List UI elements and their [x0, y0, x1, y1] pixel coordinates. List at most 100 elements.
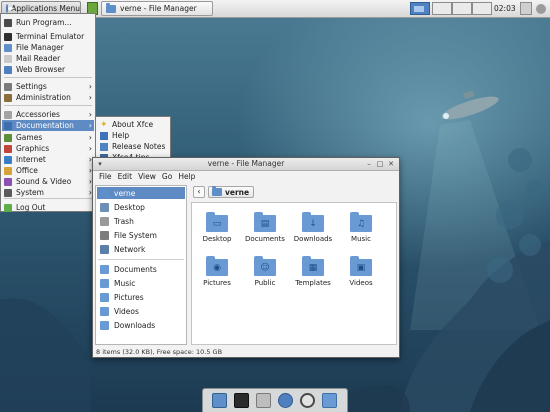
menu-item-label: Documentation	[16, 121, 74, 130]
sidebar-item-trash[interactable]: Trash	[97, 215, 185, 227]
maximize-icon[interactable]: □	[376, 160, 384, 168]
location-button-home[interactable]: verne	[208, 186, 255, 198]
menu-item-label: Settings	[16, 82, 47, 91]
menu-item-sound-and-video[interactable]: Sound & Video ›	[2, 176, 94, 187]
minimize-icon[interactable]: –	[365, 160, 373, 168]
chevron-right-icon: ›	[88, 110, 92, 119]
sidebar-item-network[interactable]: Network	[97, 243, 185, 255]
sidebar-item-music[interactable]: Music	[97, 277, 185, 289]
sidebar-item-verne[interactable]: verne	[97, 187, 185, 199]
web-browser-icon	[4, 65, 12, 74]
chevron-right-icon: ›	[88, 121, 92, 130]
folder-item-music[interactable]: ♫ Music	[338, 206, 384, 250]
sidebar-item-pictures[interactable]: Pictures	[97, 291, 185, 303]
web-browser-icon[interactable]	[278, 393, 293, 408]
tray-status-icon[interactable]	[536, 4, 546, 14]
folder-item-desktop[interactable]: ▭ Desktop	[194, 206, 240, 250]
folder-icon: ↓	[302, 212, 324, 232]
search-icon[interactable]	[300, 393, 315, 408]
workspace-1-button[interactable]	[410, 2, 430, 15]
folder-label: Music	[351, 235, 371, 243]
sidebar-item-label: Trash	[114, 216, 134, 226]
back-button[interactable]: ‹	[193, 186, 205, 198]
menu-item-label: Web Browser	[16, 65, 66, 74]
workspace-2-button[interactable]	[432, 2, 452, 15]
menu-item-accessories[interactable]: Accessories ›	[2, 109, 94, 120]
menu-item-log-out[interactable]: Log Out	[2, 202, 94, 213]
sidebar-item-label: verne	[114, 188, 136, 198]
folder-item-downloads[interactable]: ↓ Downloads	[290, 206, 336, 250]
home-folder-icon	[100, 188, 109, 198]
folder-icon	[106, 2, 116, 13]
sidebar-item-videos[interactable]: Videos	[97, 305, 185, 317]
folder-label: Pictures	[203, 279, 231, 287]
folder-item-pictures[interactable]: ◉ Pictures	[194, 250, 240, 294]
menu-item-system[interactable]: System ›	[2, 187, 94, 198]
taskbar-file-manager-button[interactable]: verne - File Manager	[101, 1, 213, 16]
folder-item-documents[interactable]: ▤ Documents	[242, 206, 288, 250]
sidebar-item-documents[interactable]: Documents	[97, 263, 185, 275]
bottom-dock	[202, 388, 348, 412]
submenu-item-release-notes[interactable]: Release Notes	[97, 141, 169, 152]
file-manager-icon[interactable]	[256, 393, 271, 408]
sidebar-item-label: File System	[114, 230, 157, 240]
menu-item-office[interactable]: Office ›	[2, 165, 94, 176]
location-bar: ‹ verne	[193, 185, 397, 199]
show-desktop-icon[interactable]	[212, 393, 227, 408]
folder-icon[interactable]	[322, 393, 337, 408]
menu-item-file-manager[interactable]: File Manager	[2, 42, 94, 53]
folder-icon: ▦	[302, 256, 324, 276]
folder-item-templates[interactable]: ▦ Templates	[290, 250, 336, 294]
panel-clock[interactable]: 02:03	[494, 4, 516, 13]
menu-help[interactable]: Help	[178, 172, 195, 181]
menu-file[interactable]: File	[99, 172, 112, 181]
menu-go[interactable]: Go	[162, 172, 172, 181]
terminal-icon[interactable]	[234, 393, 249, 408]
taskbar-window-label: verne - File Manager	[120, 4, 197, 13]
folder-emblem-icon: ▭	[212, 219, 222, 229]
system-icon	[4, 188, 12, 197]
menu-item-mail-reader[interactable]: Mail Reader	[2, 53, 94, 64]
terminal-icon	[4, 32, 12, 41]
menu-item-label: Mail Reader	[16, 54, 61, 63]
folder-label: Documents	[245, 235, 285, 243]
menu-edit[interactable]: Edit	[118, 172, 133, 181]
folder-icon: ▭	[206, 212, 228, 232]
folder-item-public[interactable]: ☺ Public	[242, 250, 288, 294]
submenu-item-about-xfce[interactable]: ✦ About Xfce	[97, 119, 169, 130]
sidebar-item-desktop[interactable]: Desktop	[97, 201, 185, 213]
close-icon[interactable]: ✕	[387, 160, 395, 168]
home-folder-icon	[212, 186, 222, 196]
menu-item-settings[interactable]: Settings ›	[2, 81, 94, 92]
sidebar-item-label: Music	[114, 278, 136, 288]
run-icon	[4, 18, 12, 27]
side-pane: verne Desktop Trash File System Network Docum…	[95, 185, 187, 345]
workspace-4-button[interactable]	[472, 2, 492, 15]
menu-item-administration[interactable]: Administration ›	[2, 92, 94, 103]
folder-icon	[100, 292, 109, 302]
folder-emblem-icon: ♫	[356, 219, 366, 229]
workspace-3-button[interactable]	[452, 2, 472, 15]
menu-item-run-program[interactable]: Run Program...	[2, 17, 94, 28]
menu-item-internet[interactable]: Internet ›	[2, 154, 94, 165]
menu-item-web-browser[interactable]: Web Browser	[2, 64, 94, 75]
submenu-item-help[interactable]: Help	[97, 130, 169, 141]
internet-icon	[4, 155, 12, 164]
network-icon	[100, 244, 109, 254]
sidebar-item-file-system[interactable]: File System	[97, 229, 185, 241]
folder-item-videos[interactable]: ▣ Videos	[338, 250, 384, 294]
tray-icon[interactable]	[520, 2, 532, 15]
folder-icon	[100, 320, 109, 330]
menu-view[interactable]: View	[138, 172, 156, 181]
sidebar-item-downloads[interactable]: Downloads	[97, 319, 185, 331]
sidebar-item-label: Documents	[114, 264, 157, 274]
folder-icon: ♫	[350, 212, 372, 232]
menu-item-label: File Manager	[16, 43, 64, 52]
menu-item-terminal-emulator[interactable]: Terminal Emulator	[2, 31, 94, 42]
window-menu-icon[interactable]: ▾	[96, 160, 104, 168]
games-icon	[4, 133, 12, 142]
menu-item-documentation[interactable]: Documentation ›	[2, 120, 94, 131]
menu-item-graphics[interactable]: Graphics ›	[2, 143, 94, 154]
folder-emblem-icon: ▦	[308, 263, 318, 273]
menu-item-games[interactable]: Games ›	[2, 132, 94, 143]
